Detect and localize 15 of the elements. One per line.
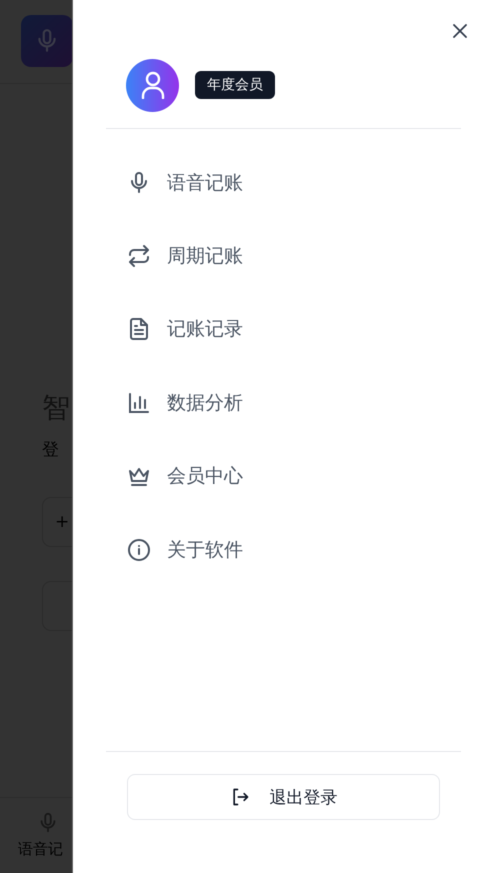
menu-item[interactable]: 数据分析	[127, 366, 461, 440]
bar-chart-icon	[127, 390, 151, 415]
close-icon	[453, 24, 467, 38]
repeat-icon	[127, 244, 151, 268]
menu-item[interactable]: 关于软件	[127, 512, 461, 586]
membership-badge: 年度会员	[195, 71, 275, 99]
document-icon	[127, 317, 151, 342]
menu-item[interactable]: 周期记账	[127, 219, 461, 293]
user-icon	[140, 71, 164, 99]
close-button[interactable]	[451, 22, 469, 40]
menu-item[interactable]: 会员中心	[127, 440, 461, 513]
menu-item[interactable]: 记账记录	[127, 292, 461, 366]
menu-item[interactable]: 语音记账	[127, 146, 461, 220]
logout-button[interactable]: 退出登录	[127, 774, 440, 820]
info-icon	[127, 538, 151, 562]
